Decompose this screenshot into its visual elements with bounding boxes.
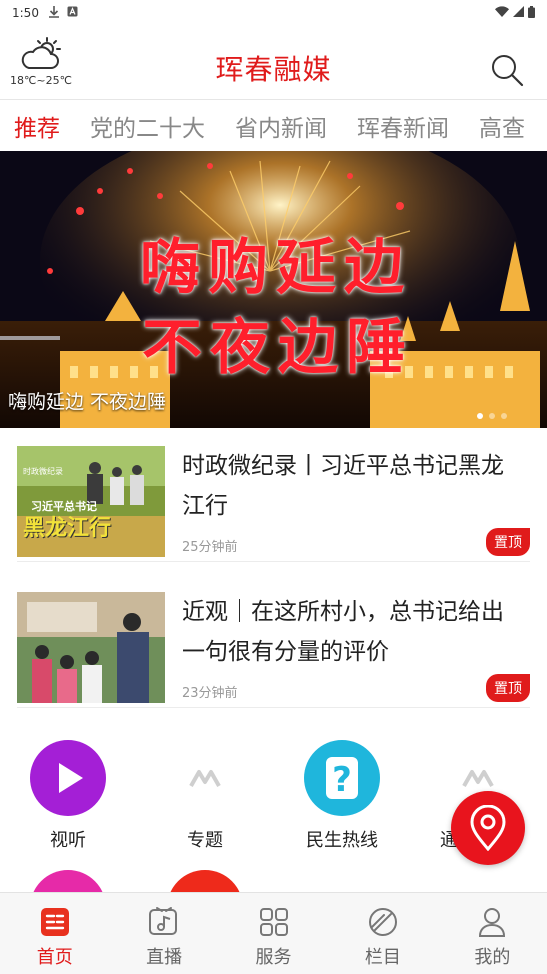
signal-icon — [513, 6, 524, 20]
pinned-badge: 置顶 — [486, 528, 530, 556]
pinned-badge: 置顶 — [486, 674, 530, 702]
topic-logo-icon — [167, 740, 243, 816]
banner-dot — [489, 413, 495, 419]
service-audio-video[interactable]: 视听 — [18, 740, 118, 852]
location-button[interactable] — [451, 791, 525, 865]
banner-carousel[interactable]: 嗨购延边 不夜边陲 嗨购延边 不夜边陲 — [0, 151, 547, 428]
a-badge-icon — [67, 6, 78, 20]
bottom-nav: 首页 直播 服务 栏目 我的 — [0, 892, 547, 974]
search-button[interactable] — [489, 52, 525, 88]
thumb-caption-small: 时政微纪录 — [23, 467, 63, 476]
location-pin-icon — [470, 805, 506, 851]
svg-text:?: ? — [332, 760, 352, 800]
banner-dot — [477, 413, 483, 419]
thumb-caption-main: 黑龙江行 — [23, 516, 112, 541]
news-thumbnail — [17, 592, 165, 703]
nav-home[interactable]: 首页 — [0, 893, 109, 974]
app-header: 18℃~25℃ 珲春融媒 — [0, 28, 547, 98]
banner-dot — [501, 413, 507, 419]
tab-province-news[interactable]: 省内新闻 — [235, 109, 327, 143]
tab-recommended[interactable]: 推荐 — [14, 109, 60, 143]
tab-party-congress[interactable]: 党的二十大 — [90, 109, 205, 143]
tab-hunchun-news[interactable]: 珲春新闻 — [357, 109, 449, 143]
play-icon — [30, 740, 106, 816]
search-icon — [492, 55, 524, 87]
nav-label: 首页 — [36, 947, 73, 968]
news-time: 23分钟前 — [182, 686, 238, 701]
news-title: 时政微纪录丨习近平总书记黑龙江行 — [182, 453, 504, 519]
banner-caption: 嗨购延边 不夜边陲 — [8, 391, 167, 413]
service-hotline[interactable]: ? 民生热线 — [292, 740, 392, 852]
live-music-icon — [149, 907, 178, 935]
columns-planet-icon — [368, 908, 397, 936]
battery-icon — [528, 5, 535, 21]
banner-pagination — [477, 413, 507, 419]
service-label: 民生热线 — [306, 830, 378, 851]
download-icon — [48, 5, 59, 21]
app-title: 珲春融媒 — [215, 53, 332, 86]
news-title: 近观｜在这所村小，总书记给出一句很有分量的评价 — [182, 599, 504, 665]
wifi-icon — [495, 6, 509, 20]
nav-live[interactable]: 直播 — [109, 893, 218, 974]
nav-services[interactable]: 服务 — [219, 893, 328, 974]
news-item[interactable]: 时政微纪录 习近平总书记 黑龙江行 时政微纪录丨习近平总书记黑龙江行 25分钟前… — [17, 432, 530, 562]
nav-columns[interactable]: 栏目 — [328, 893, 437, 974]
service-label: 视听 — [50, 830, 86, 851]
question-icon: ? — [304, 740, 380, 816]
news-thumbnail: 时政微纪录 习近平总书记 黑龙江行 — [17, 446, 165, 557]
tab-more[interactable]: 高查 — [479, 109, 525, 143]
home-news-icon — [40, 908, 69, 936]
service-topics[interactable]: 专题 — [155, 740, 255, 852]
nav-label: 我的 — [474, 947, 511, 968]
service-label: 专题 — [187, 830, 223, 851]
banner-overlay-line2: 不夜边陲 — [142, 313, 414, 383]
status-time: 1:50 — [12, 6, 39, 20]
services-grid-icon — [259, 908, 288, 936]
status-bar: 1:50 — [0, 0, 547, 26]
news-time: 25分钟前 — [182, 540, 238, 555]
nav-profile[interactable]: 我的 — [438, 893, 547, 974]
nav-label: 栏目 — [364, 947, 401, 968]
channel-tabs: 推荐 党的二十大 省内新闻 珲春新闻 高查 — [0, 99, 547, 151]
banner-overlay-line1: 嗨购延边 — [140, 233, 412, 303]
news-item[interactable]: 近观｜在这所村小，总书记给出一句很有分量的评价 23分钟前 置顶 — [17, 578, 530, 708]
user-icon — [479, 908, 506, 937]
nav-label: 服务 — [255, 947, 292, 968]
nav-label: 直播 — [146, 947, 183, 968]
